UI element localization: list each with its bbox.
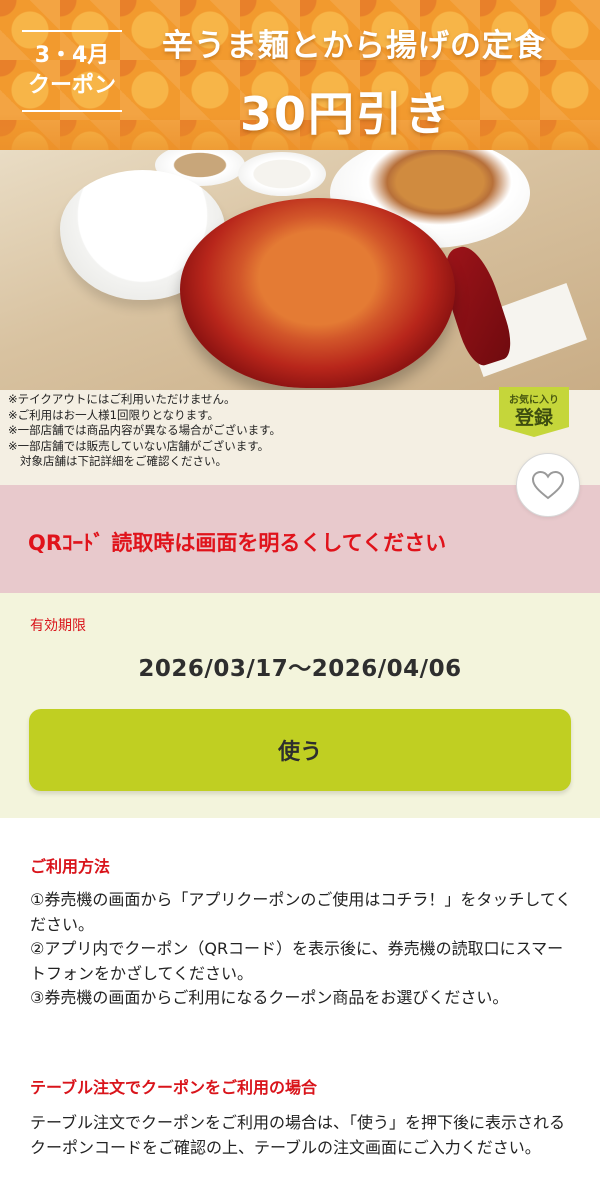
coupon-detail-screen: 3・4月 クーポン 辛うま麺とから揚げの定食 30円引き ※テイクアウトにはご利… bbox=[0, 0, 600, 1200]
qr-notice-text: QRｺｰﾄﾞ 読取時は画面を明るくしてください bbox=[28, 531, 447, 555]
howto-title: ご利用方法 bbox=[30, 857, 111, 876]
howto-step: ②アプリ内でクーポン（QRコード）を表示後に、券売機の読取口にスマートフォンをか… bbox=[30, 939, 564, 983]
howto-step: ③券売機の画面からご利用になるクーポン商品をお選びください。 bbox=[30, 988, 509, 1007]
note-item: ※ご利用はお一人様1回限りとなります。 bbox=[8, 407, 219, 422]
heart-outline-icon bbox=[531, 470, 565, 500]
note-item: 対象店舗は下記詳細をご確認ください。 bbox=[20, 454, 227, 468]
usage-instructions: ご利用方法 ①券売機の画面から「アプリクーポンのご使用はコチラ！」をタッチしてく… bbox=[0, 818, 600, 1200]
coupon-notes: ※テイクアウトにはご利用いただけません。 ※ご利用はお一人様1回限りとなります。… bbox=[8, 392, 488, 470]
note-item: ※テイクアウトにはご利用いただけません。 bbox=[8, 392, 236, 406]
favorite-badge-small: お気に入り bbox=[509, 395, 559, 406]
validity-label: 有効期限 bbox=[30, 618, 86, 634]
qr-notice-band: QRｺｰﾄﾞ 読取時は画面を明るくしてください bbox=[0, 485, 600, 593]
note-item: ※一部店舗では販売していない店舗がございます。 bbox=[8, 438, 270, 453]
coupon-headline: 辛うま麺とから揚げの定食 bbox=[162, 28, 546, 64]
small-bowl bbox=[238, 152, 326, 196]
howto-steps: ①券売機の画面から「アプリクーポンのご使用はコチラ！」をタッチしてください。 ②… bbox=[30, 888, 575, 1011]
month-coupon-label: 3・4月 クーポン bbox=[22, 30, 122, 112]
use-coupon-button[interactable]: 使う bbox=[29, 709, 571, 791]
discount-label: 30円引き bbox=[240, 87, 453, 141]
table-order-title: テーブル注文でクーポンをご利用の場合 bbox=[30, 1078, 318, 1097]
table-order-text: テーブル注文でクーポンをご利用の場合は、「使う」を押下後に表示されるクーポンコー… bbox=[30, 1113, 566, 1157]
food-photo bbox=[0, 150, 600, 390]
validity-range: 2026/03/17～2026/04/06 bbox=[138, 656, 462, 682]
howto-step: ①券売機の画面から「アプリクーポンのご使用はコチラ！」をタッチしてください。 bbox=[30, 890, 572, 934]
favorite-badge-big: 登録 bbox=[514, 407, 553, 429]
coupon-banner: 3・4月 クーポン 辛うま麺とから揚げの定食 30円引き ※テイクアウトにはご利… bbox=[0, 0, 600, 485]
validity-section: 有効期限 2026/03/17～2026/04/06 使う bbox=[0, 593, 600, 818]
note-item: ※一部店舗では商品内容が異なる場合がございます。 bbox=[8, 423, 281, 437]
favorite-button[interactable] bbox=[516, 453, 580, 517]
spicy-noodle-bowl bbox=[180, 198, 455, 388]
month-label: 3・4月 bbox=[34, 43, 110, 68]
coupon-label: クーポン bbox=[27, 73, 116, 98]
favorite-register-badge: お気に入り 登録 bbox=[499, 387, 569, 437]
